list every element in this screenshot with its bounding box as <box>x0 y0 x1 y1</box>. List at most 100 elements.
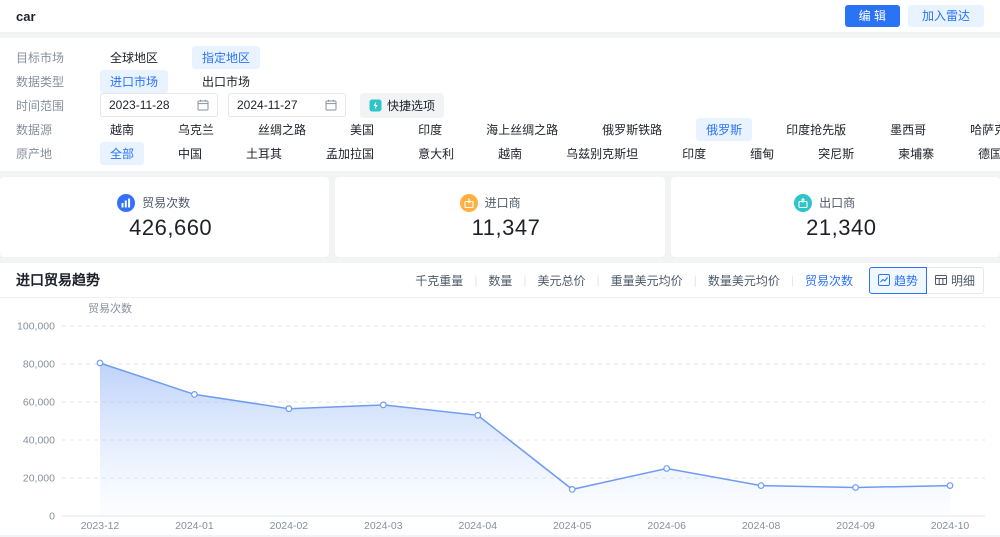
data-source-option[interactable]: 越南 <box>100 118 144 141</box>
data-type-option[interactable]: 出口市场 <box>192 70 260 93</box>
x-axis-label: 2024-02 <box>270 520 309 532</box>
origin-option[interactable]: 全部 <box>100 141 145 165</box>
chart-panel: 进口贸易趋势 千克重量 | 数量 | 美元总价 | 重量美元均价 | 数量美元均价 | 贸易次数 趋… <box>0 263 1000 535</box>
origin-option[interactable]: 德国 <box>968 142 1000 165</box>
data-point[interactable] <box>96 359 104 367</box>
metric-option[interactable]: 贸易次数 <box>803 272 855 289</box>
target-market-option[interactable]: 全球地区 <box>100 46 168 69</box>
detail-button-label: 明细 <box>950 273 975 288</box>
metric-option[interactable]: 千克重量 <box>413 272 465 289</box>
x-axis-label: 2024-03 <box>364 520 403 532</box>
start-date-input[interactable]: 2023-11-28 <box>100 93 218 117</box>
data-point[interactable] <box>474 411 482 419</box>
chart-title: 进口贸易趋势 <box>16 272 100 288</box>
stat-card-content: 贸易次数 426,660 <box>117 193 213 241</box>
origin-option[interactable]: 中国 <box>168 142 212 165</box>
chart-controls: 千克重量 | 数量 | 美元总价 | 重量美元均价 | 数量美元均价 | 贸易次数 趋势 明细 <box>413 266 984 294</box>
origin-option[interactable]: 意大利 <box>408 142 464 165</box>
data-point[interactable] <box>191 390 198 398</box>
metric-option[interactable]: 数量 <box>486 272 514 289</box>
data-source-option[interactable]: 墨西哥 <box>880 118 936 141</box>
data-type-option[interactable]: 进口市场 <box>100 69 169 93</box>
add-to-radar-button[interactable]: 加入雷达 <box>907 5 984 27</box>
origin-label: 原产地 <box>16 146 53 161</box>
data-point[interactable] <box>946 482 954 490</box>
data-point[interactable] <box>568 485 576 493</box>
x-axis-label: 2024-01 <box>175 520 214 532</box>
data-source-option[interactable]: 印度抢先版 <box>776 118 856 141</box>
origin-option[interactable]: 柬埔寨 <box>888 142 944 165</box>
metric-separator: | <box>693 273 697 287</box>
metric-option[interactable]: 数量美元均价 <box>706 272 782 289</box>
trend-line-chart[interactable]: 0 20,000 40,000 60,000 80,000 100,000 贸易次数 2023… <box>0 298 1000 534</box>
topbar-actions: 编 辑 加入雷达 <box>844 5 984 27</box>
origin-option[interactable]: 孟加拉国 <box>316 142 384 165</box>
origin-option[interactable]: 土耳其 <box>236 142 292 165</box>
data-type-label: 数据类型 <box>16 74 65 89</box>
filter-row-target-market: 目标市场 全球地区 指定地区 <box>0 45 1000 69</box>
edit-button[interactable]: 编 辑 <box>844 5 900 27</box>
filter-row-date-range: 时间范围 2023-11-28 2024-11-27 快捷选项 <box>0 92 1000 118</box>
data-source-option[interactable]: 丝绸之路 <box>248 118 316 141</box>
importer-icon <box>459 193 478 212</box>
metric-option[interactable]: 美元总价 <box>536 272 588 289</box>
quick-options-button[interactable]: 快捷选项 <box>360 92 445 118</box>
data-point[interactable] <box>285 405 293 413</box>
metric-separator: | <box>790 273 794 287</box>
data-point[interactable] <box>757 482 765 490</box>
metric-separator: | <box>596 273 600 287</box>
trend-view-button[interactable]: 趋势 <box>868 266 927 294</box>
origin-option[interactable]: 印度 <box>672 142 716 165</box>
filter-panel: 目标市场 全球地区 指定地区 数据类型 进口市场 出口市场 时间范围 2023-11… <box>0 38 1000 171</box>
origin-option[interactable]: 缅甸 <box>740 142 784 165</box>
origin-option[interactable]: 乌兹别克斯坦 <box>556 142 648 165</box>
trend-chart-icon <box>877 274 890 286</box>
data-source-option[interactable]: 美国 <box>340 118 384 141</box>
page-title: car <box>16 8 36 24</box>
quick-options-label: 快捷选项 <box>387 98 436 113</box>
data-source-option[interactable]: 海上丝绸之路 <box>476 118 568 141</box>
bar-chart-icon <box>117 193 136 212</box>
start-date-value: 2023-11-28 <box>109 98 170 112</box>
quick-options-icon <box>369 99 382 111</box>
data-point[interactable] <box>852 484 859 491</box>
svg-text:100,000: 100,000 <box>17 321 55 333</box>
filter-row-origin: 原产地 全部中国土耳其孟加拉国意大利越南乌兹别克斯坦印度缅甸突尼斯柬埔寨德国保加… <box>0 141 1000 165</box>
chart-header: 进口贸易趋势 千克重量 | 数量 | 美元总价 | 重量美元均价 | 数量美元均价 | 贸易次数 趋… <box>0 263 1000 298</box>
stat-value: 11,347 <box>471 214 541 240</box>
date-range-label: 时间范围 <box>16 98 65 113</box>
detail-view-button[interactable]: 明细 <box>925 266 984 294</box>
stat-value: 426,660 <box>129 214 213 240</box>
data-type-options: 进口市场 出口市场 <box>100 69 260 93</box>
data-source-option[interactable]: 哈萨克斯坦 <box>960 118 1000 141</box>
origin-option[interactable]: 突尼斯 <box>808 142 864 165</box>
svg-text:40,000: 40,000 <box>23 435 55 447</box>
stat-card: 进口商 11,347 <box>335 177 665 257</box>
target-market-label: 目标市场 <box>16 50 65 65</box>
trend-chart-area[interactable]: 0 20,000 40,000 60,000 80,000 100,000 贸易次数 2023… <box>0 298 1000 534</box>
svg-text:0: 0 <box>49 511 55 523</box>
data-source-option[interactable]: 俄罗斯铁路 <box>592 118 672 141</box>
data-point[interactable] <box>663 465 671 472</box>
data-source-option[interactable]: 俄罗斯 <box>696 117 753 141</box>
x-axis-label: 2024-04 <box>459 520 498 532</box>
x-axis-label: 2024-09 <box>836 520 875 532</box>
svg-text:20,000: 20,000 <box>23 473 55 485</box>
stat-card: 出口商 21,340 <box>670 177 1000 257</box>
end-date-input[interactable]: 2024-11-27 <box>228 93 346 117</box>
metric-option[interactable]: 重量美元均价 <box>609 272 685 289</box>
table-icon <box>934 275 947 285</box>
stat-card-content: 出口商 21,340 <box>794 193 876 241</box>
stat-label: 进口商 <box>484 196 521 210</box>
filter-row-data-type: 数据类型 进口市场 出口市场 <box>0 69 1000 93</box>
data-source-label: 数据源 <box>16 122 53 137</box>
stat-label: 贸易次数 <box>142 196 191 210</box>
origin-option[interactable]: 越南 <box>488 142 532 165</box>
data-source-option[interactable]: 印度 <box>408 118 452 141</box>
target-market-option[interactable]: 指定地区 <box>192 45 261 69</box>
stat-card: 贸易次数 426,660 <box>0 177 330 257</box>
data-point[interactable] <box>379 401 387 409</box>
data-source-option[interactable]: 乌克兰 <box>168 118 224 141</box>
stat-card-content: 进口商 11,347 <box>459 193 541 241</box>
trend-button-label: 趋势 <box>893 273 918 288</box>
